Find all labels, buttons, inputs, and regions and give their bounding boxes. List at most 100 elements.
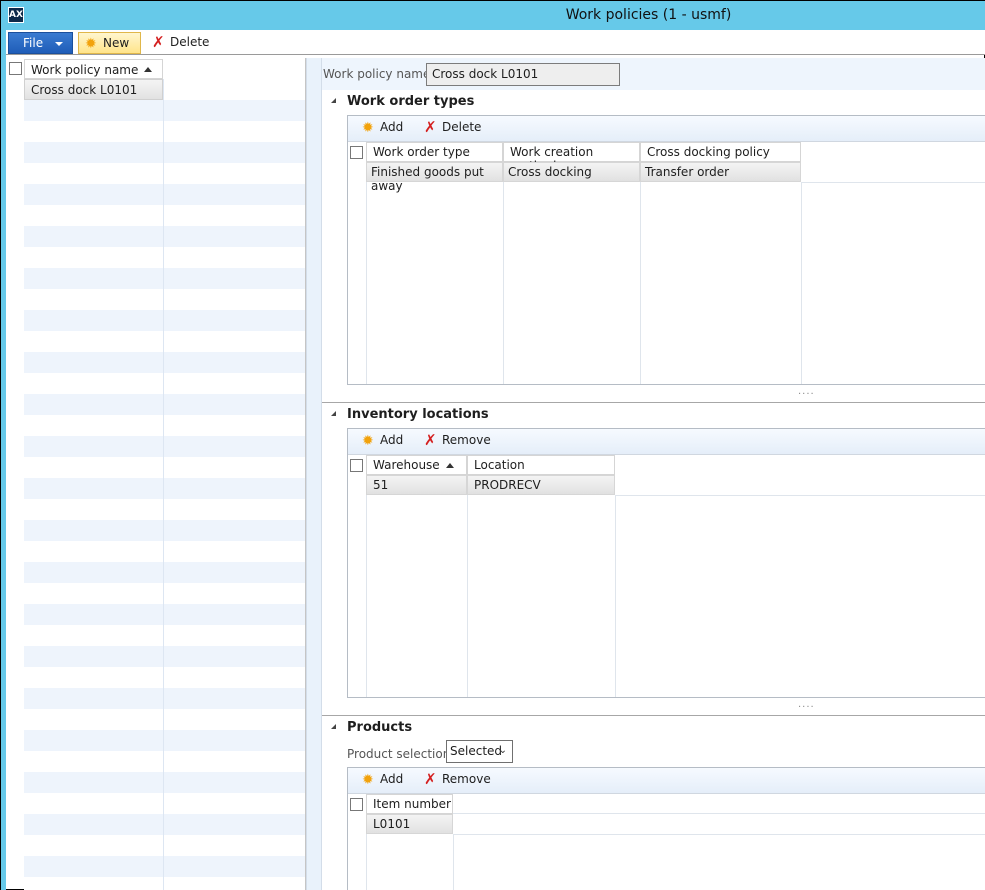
list-item[interactable] <box>24 289 305 310</box>
list-item[interactable] <box>24 352 305 373</box>
chevron-down-icon <box>55 42 63 46</box>
add-button[interactable]: ✹ Add <box>362 772 403 787</box>
detail-pane: Work policy name: Cross dock L0101 Work … <box>322 58 985 890</box>
policy-name-field[interactable]: Cross dock L0101 <box>426 63 620 86</box>
list-item[interactable] <box>24 730 305 751</box>
column-header-work-order-type[interactable]: Work order type <box>366 142 503 162</box>
list-item[interactable]: Cross dock L0101 <box>24 79 305 100</box>
new-button[interactable]: ✹ New <box>78 32 141 54</box>
list-item[interactable] <box>24 121 305 142</box>
col-divider <box>453 834 454 890</box>
cell-work-creation-method[interactable]: Cross docking <box>503 162 640 182</box>
list-item-name <box>24 310 163 331</box>
list-item[interactable] <box>24 856 305 877</box>
list-item[interactable] <box>24 184 305 205</box>
column-header-item-number[interactable]: Item number <box>366 794 453 814</box>
list-item[interactable] <box>24 793 305 814</box>
list-item[interactable] <box>24 667 305 688</box>
section-header-products[interactable]: Products <box>322 716 985 740</box>
list-item[interactable] <box>24 268 305 289</box>
list-item-name <box>24 541 163 562</box>
list-item[interactable] <box>24 562 305 583</box>
column-header-work-policy-name[interactable]: Work policy name <box>24 59 163 79</box>
list-item[interactable] <box>24 226 305 247</box>
cell-location[interactable]: PRODRECV <box>467 475 615 495</box>
list-item[interactable] <box>24 688 305 709</box>
list-item-name <box>24 289 163 310</box>
list-item-name <box>24 835 163 856</box>
select-all-checkbox[interactable] <box>350 459 363 472</box>
resize-grip[interactable]: ···· <box>798 390 818 400</box>
cell-cross-docking-policy[interactable]: Transfer order <box>640 162 801 182</box>
select-all-checkbox[interactable] <box>350 146 363 159</box>
delete-button[interactable]: ✗ Delete <box>149 32 209 54</box>
list-item[interactable] <box>24 100 305 121</box>
list-item[interactable] <box>24 583 305 604</box>
col-divider <box>615 495 616 697</box>
delete-label: Delete <box>442 120 482 134</box>
col-divider <box>503 182 504 384</box>
list-item[interactable] <box>24 814 305 835</box>
column-header-cross-docking-policy-name[interactable]: Cross docking policy name <box>640 142 801 173</box>
remove-button[interactable]: ✗ Remove <box>424 433 491 448</box>
list-item[interactable] <box>24 520 305 541</box>
list-item-name <box>24 772 163 793</box>
list-item[interactable] <box>24 709 305 730</box>
delete-button[interactable]: ✗ Delete <box>424 120 482 135</box>
cell-item-number[interactable]: L0101 <box>366 814 453 834</box>
list-item-name <box>24 415 163 436</box>
select-all-checkbox[interactable] <box>350 798 363 811</box>
col-divider <box>366 495 367 697</box>
list-item[interactable] <box>24 373 305 394</box>
select-all-checkbox[interactable] <box>9 62 22 75</box>
row-divider <box>615 495 985 496</box>
row-divider <box>453 834 985 835</box>
new-star-icon: ✹ <box>85 36 97 52</box>
list-item[interactable] <box>24 436 305 457</box>
products-grid: ✹ Add ✗ Remove Item number L0101 <box>347 767 985 890</box>
list-item[interactable] <box>24 310 305 331</box>
column-header-location[interactable]: Location <box>467 455 615 475</box>
section-header-work-order-types[interactable]: Work order types <box>322 90 985 114</box>
list-item[interactable] <box>24 394 305 415</box>
list-item[interactable] <box>24 331 305 352</box>
list-item[interactable] <box>24 205 305 226</box>
add-label: Add <box>380 120 404 134</box>
add-label: Add <box>380 772 404 786</box>
list-item[interactable] <box>24 646 305 667</box>
add-button[interactable]: ✹ Add <box>362 433 403 448</box>
list-item[interactable] <box>24 415 305 436</box>
file-menu-button[interactable]: File <box>8 32 73 54</box>
add-label: Add <box>380 433 404 447</box>
section-header-inventory-locations[interactable]: Inventory locations <box>322 403 985 427</box>
resize-grip[interactable]: ···· <box>798 703 818 713</box>
list-item[interactable] <box>24 835 305 856</box>
list-item[interactable] <box>24 457 305 478</box>
list-item[interactable] <box>24 247 305 268</box>
list-item[interactable] <box>24 142 305 163</box>
list-item[interactable] <box>24 163 305 184</box>
column-header-warehouse[interactable]: Warehouse <box>366 455 467 475</box>
list-item-name: Cross dock L0101 <box>24 79 163 100</box>
file-label: File <box>23 36 44 50</box>
list-item-name <box>24 457 163 478</box>
cell-work-order-type[interactable]: Finished goods put away <box>366 162 503 193</box>
list-item[interactable] <box>24 541 305 562</box>
action-pane: File ✹ New ✗ Delete <box>6 30 985 55</box>
pane-splitter[interactable] <box>306 58 322 890</box>
list-item[interactable] <box>24 625 305 646</box>
cell-warehouse[interactable]: 51 <box>366 475 467 495</box>
list-item[interactable] <box>24 604 305 625</box>
product-selection-dropdown[interactable]: Selected ⌄ <box>446 740 513 763</box>
list-item[interactable] <box>24 499 305 520</box>
list-item[interactable] <box>24 478 305 499</box>
list-item[interactable] <box>24 751 305 772</box>
column-header-work-creation-method[interactable]: Work creation method <box>503 142 640 173</box>
list-item[interactable] <box>24 877 305 890</box>
remove-button[interactable]: ✗ Remove <box>424 772 491 787</box>
add-star-icon: ✹ <box>362 772 374 788</box>
add-button[interactable]: ✹ Add <box>362 120 403 135</box>
list-item-name <box>24 520 163 541</box>
list-item[interactable] <box>24 772 305 793</box>
column-divider <box>163 79 164 890</box>
